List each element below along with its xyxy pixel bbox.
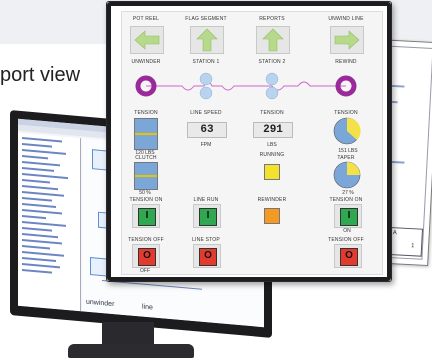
right-arrow-button[interactable] bbox=[330, 26, 364, 54]
left-arrow-button[interactable] bbox=[130, 26, 164, 54]
report-sheet-number: 1 bbox=[410, 243, 415, 250]
label-tension-on-right: TENSION ON bbox=[329, 197, 363, 203]
line-speed-unit: FPM bbox=[200, 142, 212, 148]
project-tree bbox=[18, 132, 81, 312]
up-arrow-button[interactable] bbox=[190, 26, 224, 54]
label-rewinder: REWINDER bbox=[257, 197, 287, 203]
off-status-label: OFF bbox=[140, 268, 150, 274]
label-flag-segment: FLAG SEGMENT bbox=[185, 16, 227, 22]
label-reports: REPORTS bbox=[259, 16, 285, 22]
tension-center-value: 291 bbox=[253, 122, 293, 138]
screen-sublabel: line bbox=[142, 303, 153, 312]
label-pot-reel: POT REEL bbox=[132, 16, 160, 22]
nip-roll-icon bbox=[265, 86, 279, 100]
running-indicator bbox=[264, 164, 280, 180]
tension-off-button-right[interactable]: O bbox=[334, 244, 362, 268]
label-line-speed: LINE SPEED bbox=[190, 110, 222, 116]
up-arrow-icon bbox=[196, 28, 218, 52]
line-speed-value: 63 bbox=[187, 122, 227, 138]
label-tension-left: TENSION bbox=[134, 110, 158, 116]
rewinder-indicator bbox=[264, 208, 280, 224]
clutch-gauge bbox=[134, 162, 158, 190]
banner-text: port view bbox=[0, 64, 81, 86]
monitor-stand-base bbox=[68, 344, 194, 358]
on-status-label: ON bbox=[343, 228, 351, 234]
label-tension-on-left: TENSION ON bbox=[129, 197, 163, 203]
label-line-run: LINE RUN bbox=[193, 197, 219, 203]
clutch-percent: 50 % bbox=[139, 190, 151, 196]
report-title-block: A 1 bbox=[387, 226, 424, 257]
taper-pie bbox=[333, 161, 361, 189]
up-arrow-icon bbox=[262, 28, 284, 52]
line-run-button[interactable]: I bbox=[193, 204, 221, 228]
tension-right-value: 151 LBS bbox=[338, 148, 358, 154]
tension-on-button-right[interactable]: I bbox=[334, 204, 362, 228]
screen-label: unwinder bbox=[86, 298, 115, 309]
right-arrow-icon bbox=[334, 30, 360, 50]
up-arrow-button-2[interactable] bbox=[256, 26, 290, 54]
nip-roll-icon bbox=[199, 72, 213, 86]
label-running: RUNNING bbox=[259, 152, 285, 158]
tension-on-button-left[interactable]: I bbox=[132, 204, 160, 228]
label-unwind-line: UNWIND LINE bbox=[328, 16, 364, 22]
taper-percent: 27 % bbox=[342, 190, 354, 196]
left-arrow-icon bbox=[134, 30, 160, 50]
label-tension-center: TENSION bbox=[260, 110, 284, 116]
line-stop-button[interactable]: O bbox=[193, 244, 221, 268]
hmi-panel: POT REEL FLAG SEGMENT REPORTS UNWIND LIN… bbox=[106, 1, 392, 282]
report-sheet-letter: A bbox=[392, 230, 397, 237]
label-tension-off-right: TENSION OFF bbox=[328, 237, 364, 243]
label-tension-off-left: TENSION OFF bbox=[128, 237, 164, 243]
web-path-diagram bbox=[135, 72, 357, 100]
label-clutch: CLUTCH bbox=[135, 155, 157, 161]
label-line-stop: LINE STOP bbox=[192, 237, 220, 243]
nip-roll-icon bbox=[199, 86, 213, 100]
tension-center-unit: LBS bbox=[267, 142, 277, 148]
tension-left-gauge bbox=[134, 118, 158, 150]
tension-off-button-left[interactable]: O bbox=[132, 244, 160, 268]
nip-roll-icon bbox=[265, 72, 279, 86]
hmi-screen: POT REEL FLAG SEGMENT REPORTS UNWIND LIN… bbox=[121, 11, 383, 275]
tension-right-pie bbox=[333, 117, 361, 145]
